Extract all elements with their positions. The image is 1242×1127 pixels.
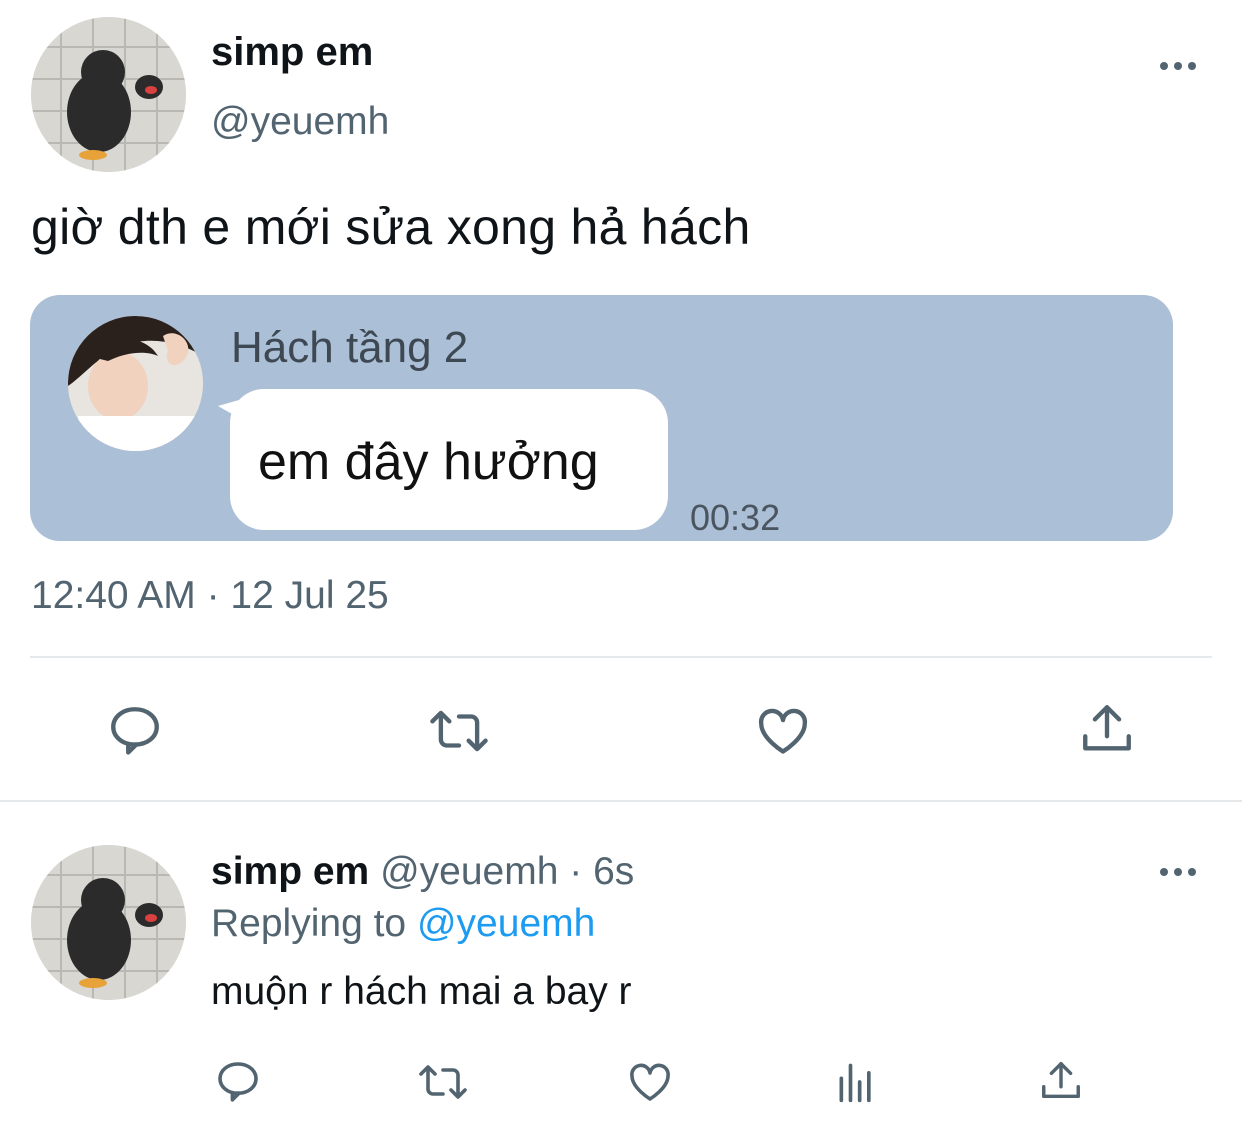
reply-text: muộn r hách mai a bay r bbox=[211, 970, 632, 1013]
reply-header: simp em @yeuemh · 6s bbox=[211, 850, 634, 894]
reply-retweet-icon[interactable] bbox=[416, 1058, 470, 1106]
replying-to-handle[interactable]: @yeuemh bbox=[417, 902, 595, 945]
reply-author-avatar[interactable] bbox=[31, 845, 186, 1000]
reply-author-name[interactable]: simp em bbox=[211, 850, 369, 893]
replying-to: Replying to @yeuemh bbox=[211, 902, 595, 946]
tweet-timestamp[interactable]: 12:40 AM · 12 Jul 25 bbox=[31, 574, 389, 618]
divider bbox=[0, 800, 1242, 802]
tweet-text: giờ dth e mới sửa xong hả hách bbox=[31, 199, 751, 255]
reply-more-options-icon[interactable] bbox=[1158, 864, 1198, 880]
share-icon[interactable] bbox=[1078, 700, 1136, 758]
analytics-icon[interactable] bbox=[834, 1060, 878, 1104]
reply-meta[interactable]: @yeuemh · 6s bbox=[380, 850, 634, 893]
chat-message-text: em đây hưởng bbox=[258, 433, 599, 491]
comment-icon[interactable] bbox=[106, 702, 164, 760]
chat-message-time: 00:32 bbox=[690, 497, 781, 538]
author-name[interactable]: simp em bbox=[211, 30, 373, 75]
chat-sender-avatar bbox=[68, 316, 203, 451]
chat-bubble-tail bbox=[218, 398, 246, 422]
author-avatar[interactable] bbox=[31, 17, 186, 172]
author-handle[interactable]: @yeuemh bbox=[211, 100, 389, 144]
replying-to-label: Replying to bbox=[211, 902, 407, 945]
chat-sender-name: Hách tầng 2 bbox=[231, 323, 469, 372]
more-options-icon[interactable] bbox=[1158, 58, 1198, 74]
divider bbox=[30, 656, 1212, 658]
heart-icon[interactable] bbox=[753, 702, 813, 760]
reply-share-icon[interactable] bbox=[1038, 1058, 1084, 1104]
retweet-icon[interactable] bbox=[427, 702, 491, 760]
reply-heart-icon[interactable] bbox=[625, 1058, 675, 1106]
reply-comment-icon[interactable] bbox=[214, 1058, 262, 1106]
